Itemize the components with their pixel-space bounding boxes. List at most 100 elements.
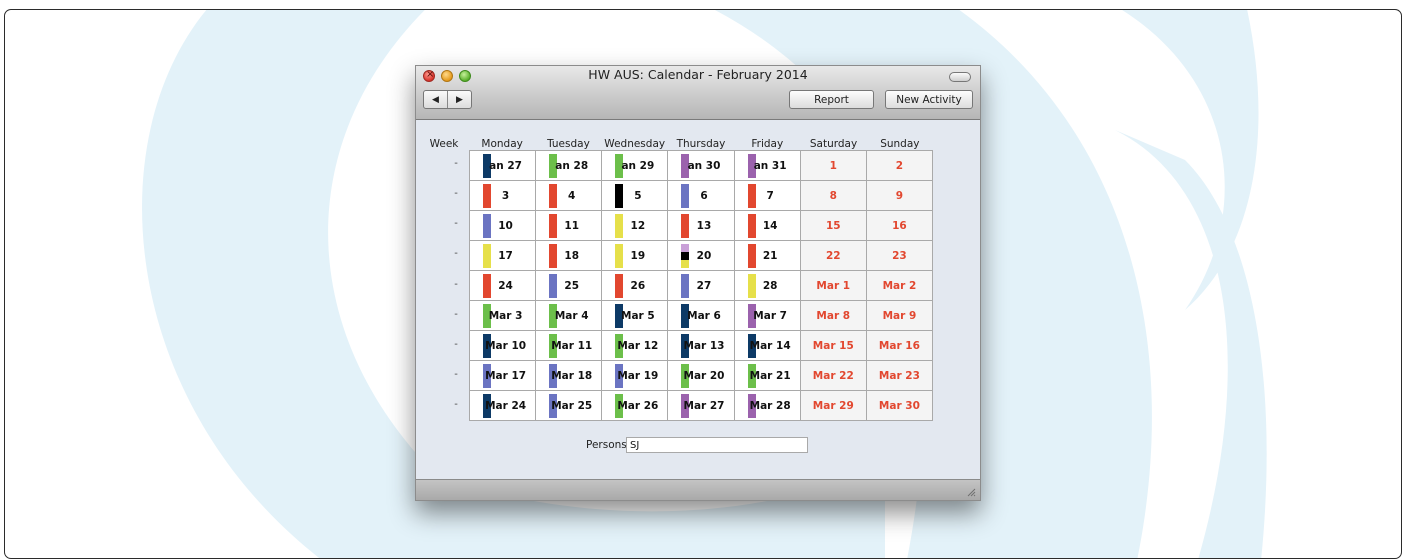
day-cell[interactable]: 20 xyxy=(668,241,734,270)
day-cell[interactable]: Mar 28 xyxy=(734,391,800,420)
day-cell[interactable]: 10 xyxy=(470,211,536,240)
activity-marker[interactable] xyxy=(747,214,756,238)
previous-month-button[interactable]: ◀ xyxy=(424,91,447,108)
persons-input[interactable] xyxy=(626,437,808,453)
day-cell[interactable]: 4 xyxy=(536,181,602,210)
day-cell[interactable]: 21 xyxy=(734,241,800,270)
day-cell[interactable]: Mar 16 xyxy=(866,331,932,360)
day-label: Mar 12 xyxy=(617,339,659,352)
day-cell[interactable]: Mar 21 xyxy=(734,361,800,390)
day-cell[interactable]: 25 xyxy=(536,271,602,300)
day-cell[interactable]: 22 xyxy=(800,241,866,270)
toolbar-toggle-button[interactable] xyxy=(949,72,971,82)
day-cell[interactable]: 23 xyxy=(866,241,932,270)
day-label: Mar 3 xyxy=(488,309,523,322)
activity-marker[interactable] xyxy=(747,274,756,298)
day-cell[interactable]: Mar 1 xyxy=(800,271,866,300)
day-cell[interactable]: Mar 12 xyxy=(602,331,668,360)
day-cell[interactable]: Mar 5 xyxy=(602,301,668,330)
day-label: 28 xyxy=(762,279,778,292)
day-cell[interactable]: an 30 xyxy=(668,151,734,180)
day-cell[interactable]: 14 xyxy=(734,211,800,240)
day-cell[interactable]: 15 xyxy=(800,211,866,240)
day-cell[interactable]: 27 xyxy=(668,271,734,300)
day-cell[interactable]: Mar 23 xyxy=(866,361,932,390)
next-month-button[interactable]: ▶ xyxy=(447,91,471,108)
day-cell[interactable]: 2 xyxy=(866,151,932,180)
day-cell[interactable]: 16 xyxy=(866,211,932,240)
day-cell[interactable]: 9 xyxy=(866,181,932,210)
day-cell[interactable]: Mar 25 xyxy=(536,391,602,420)
activity-marker[interactable] xyxy=(615,244,624,268)
activity-marker[interactable] xyxy=(483,184,491,208)
activity-marker[interactable] xyxy=(747,244,756,268)
day-cell[interactable]: 12 xyxy=(602,211,668,240)
day-cell[interactable]: 17 xyxy=(470,241,536,270)
day-cell[interactable]: Mar 18 xyxy=(536,361,602,390)
day-cell[interactable]: Mar 14 xyxy=(734,331,800,360)
activity-marker[interactable] xyxy=(681,274,690,298)
day-label: 27 xyxy=(696,279,712,292)
day-cell[interactable]: Mar 9 xyxy=(866,301,932,330)
day-cell[interactable]: 24 xyxy=(470,271,536,300)
day-cell[interactable]: Mar 4 xyxy=(536,301,602,330)
day-cell[interactable]: 11 xyxy=(536,211,602,240)
day-label: 20 xyxy=(696,249,712,262)
day-cell[interactable]: Mar 20 xyxy=(668,361,734,390)
day-cell[interactable]: Mar 30 xyxy=(866,391,932,420)
day-cell[interactable]: Mar 7 xyxy=(734,301,800,330)
activity-marker[interactable] xyxy=(681,244,690,268)
activity-marker[interactable] xyxy=(615,214,624,238)
day-cell[interactable]: Mar 24 xyxy=(470,391,536,420)
day-cell[interactable]: Mar 26 xyxy=(602,391,668,420)
day-cell[interactable]: Mar 22 xyxy=(800,361,866,390)
activity-marker[interactable] xyxy=(483,214,491,238)
day-cell[interactable]: an 27 xyxy=(470,151,536,180)
day-cell[interactable]: 8 xyxy=(800,181,866,210)
day-cell[interactable]: Mar 27 xyxy=(668,391,734,420)
day-cell[interactable]: 3 xyxy=(470,181,536,210)
day-label: 22 xyxy=(825,249,841,262)
activity-marker[interactable] xyxy=(549,274,558,298)
day-cell[interactable]: 1 xyxy=(800,151,866,180)
day-cell[interactable]: Mar 15 xyxy=(800,331,866,360)
activity-marker[interactable] xyxy=(549,184,558,208)
day-cell[interactable]: Mar 3 xyxy=(470,301,536,330)
day-label: Mar 23 xyxy=(878,369,920,382)
day-label: Mar 14 xyxy=(749,339,791,352)
activity-marker[interactable] xyxy=(681,214,690,238)
day-cell[interactable]: 6 xyxy=(668,181,734,210)
day-cell[interactable]: 19 xyxy=(602,241,668,270)
day-cell[interactable]: an 31 xyxy=(734,151,800,180)
day-cell[interactable]: Mar 6 xyxy=(668,301,734,330)
activity-marker[interactable] xyxy=(549,244,558,268)
day-cell[interactable]: Mar 29 xyxy=(800,391,866,420)
day-cell[interactable]: Mar 11 xyxy=(536,331,602,360)
activity-marker[interactable] xyxy=(747,184,756,208)
day-cell[interactable]: 7 xyxy=(734,181,800,210)
day-cell[interactable]: Mar 10 xyxy=(470,331,536,360)
day-cell[interactable]: Mar 2 xyxy=(866,271,932,300)
new-activity-button[interactable]: New Activity xyxy=(885,90,973,109)
day-cell[interactable]: Mar 19 xyxy=(602,361,668,390)
day-cell[interactable]: Mar 8 xyxy=(800,301,866,330)
activity-marker[interactable] xyxy=(483,274,491,298)
day-cell[interactable]: 28 xyxy=(734,271,800,300)
resize-grip-icon[interactable] xyxy=(966,487,976,497)
day-label: 15 xyxy=(825,219,841,232)
day-cell[interactable]: 18 xyxy=(536,241,602,270)
day-cell[interactable]: 26 xyxy=(602,271,668,300)
activity-marker[interactable] xyxy=(615,184,624,208)
day-cell[interactable]: 5 xyxy=(602,181,668,210)
activity-marker[interactable] xyxy=(681,184,690,208)
day-cell[interactable]: 13 xyxy=(668,211,734,240)
day-cell[interactable]: Mar 13 xyxy=(668,331,734,360)
day-cell[interactable]: an 28 xyxy=(536,151,602,180)
activity-marker[interactable] xyxy=(483,244,491,268)
day-cell[interactable]: an 29 xyxy=(602,151,668,180)
day-label: 24 xyxy=(498,279,513,292)
report-button[interactable]: Report xyxy=(789,90,874,109)
activity-marker[interactable] xyxy=(615,274,624,298)
activity-marker[interactable] xyxy=(549,214,558,238)
day-cell[interactable]: Mar 17 xyxy=(470,361,536,390)
